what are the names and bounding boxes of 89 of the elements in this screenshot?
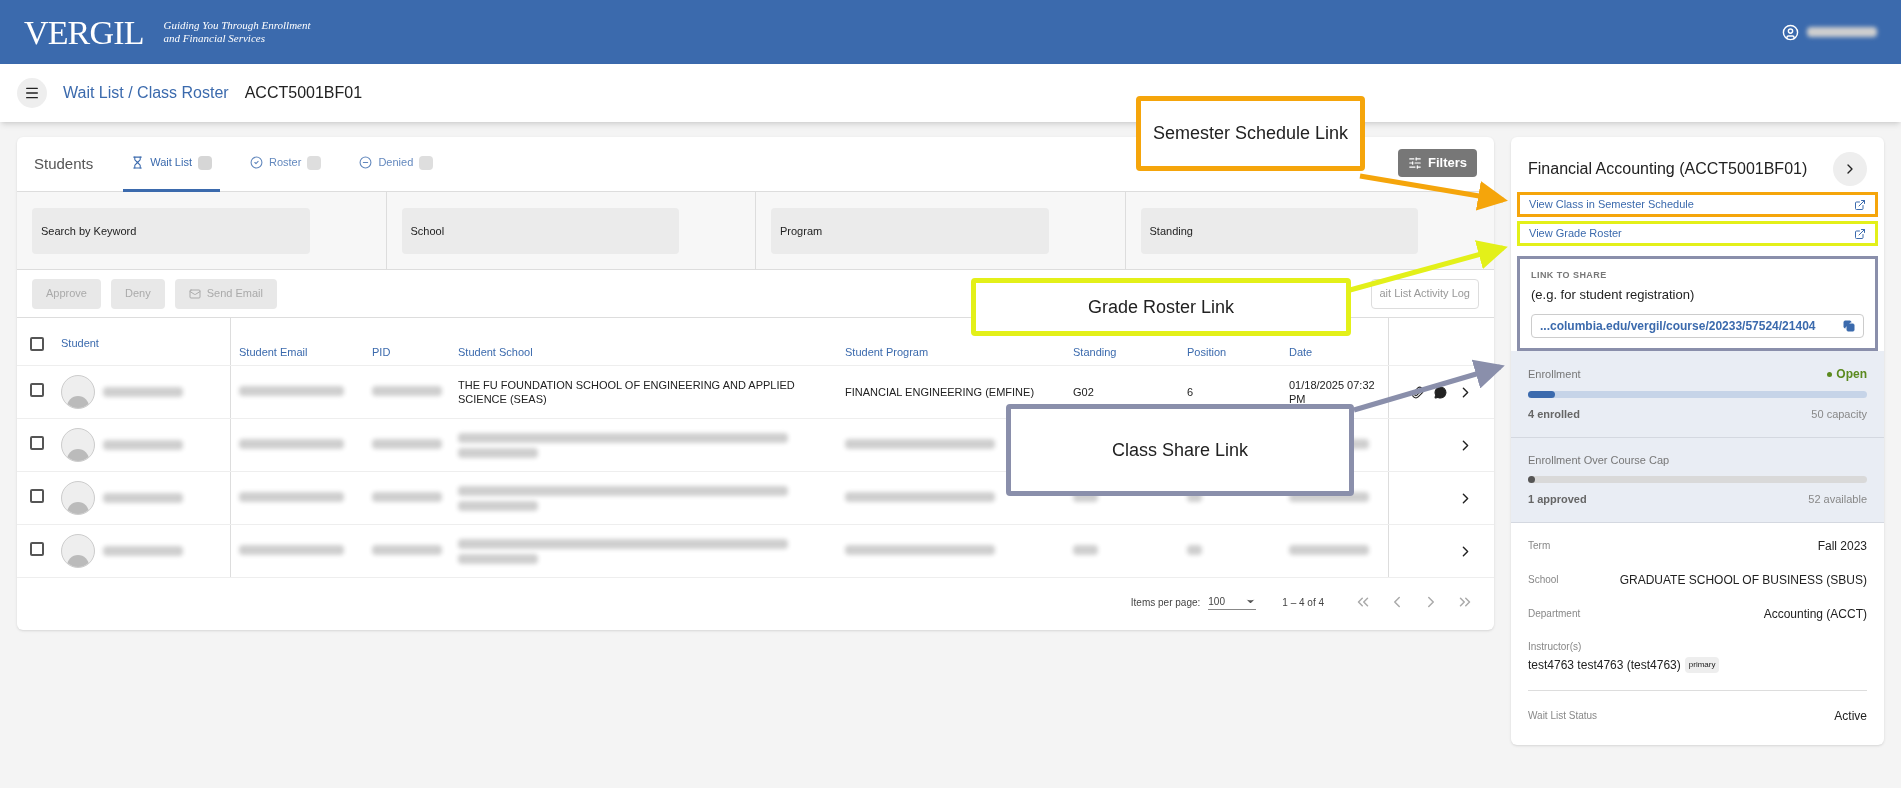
column-header[interactable]: Student Program <box>845 345 929 358</box>
column-header[interactable]: Student Email <box>239 345 308 358</box>
blurred-text <box>1187 544 1202 555</box>
filters-button[interactable]: Filters <box>1398 149 1477 177</box>
detail-label: Department <box>1528 607 1581 621</box>
share-heading: LINK TO SHARE <box>1531 269 1608 282</box>
table-cell-text: THE FU FOUNDATION SCHOOL OF ENGINEERING AND APPLIED SCIENCE (SEAS) <box>458 378 796 406</box>
page-range: 1 – 4 of 4 <box>1282 595 1324 610</box>
blurred-text <box>372 385 442 396</box>
attachment-icon[interactable] <box>1411 385 1424 399</box>
table-cell: 6 <box>1187 385 1194 398</box>
sliders-icon <box>1408 156 1422 170</box>
table-cell: G02 <box>1073 385 1094 398</box>
filter-field[interactable]: Search by Keyword <box>32 207 310 254</box>
column-header[interactable]: Date <box>1289 345 1313 358</box>
checkbox[interactable] <box>30 541 44 556</box>
section-label: Enrollment <box>1528 366 1581 382</box>
column-header[interactable]: PID <box>372 345 391 358</box>
filter-field[interactable]: Program <box>771 207 1049 254</box>
detail-value: Fall 2023 <box>1817 537 1867 555</box>
page-size-select[interactable]: 100 <box>1208 594 1257 610</box>
blurred-text <box>1073 544 1098 555</box>
filter-field[interactable]: School <box>401 207 680 254</box>
items-per-page-label: Items per page: <box>1130 595 1201 610</box>
callout-box: Grade Roster Link <box>971 278 1351 336</box>
filter-field[interactable]: Standing <box>1140 207 1419 254</box>
comment-icon[interactable] <box>1434 385 1447 399</box>
tab-icon <box>359 156 373 169</box>
blurred-text <box>1807 27 1877 37</box>
checkbox[interactable] <box>30 382 44 397</box>
menu-button[interactable] <box>17 78 47 108</box>
breadcrumb-link[interactable]: Wait List / Class Roster <box>63 81 229 105</box>
detail-label: Term <box>1528 539 1551 553</box>
table-cell: FINANCIAL ENGINEERING (EMFINE) <box>845 385 1035 398</box>
course-code: ACCT5001BF01 <box>244 83 363 103</box>
detail-value: Active <box>1834 707 1867 725</box>
external-link[interactable]: View Grade Roster <box>1517 221 1878 246</box>
avatar-icon <box>61 375 95 409</box>
expand-button[interactable] <box>1833 152 1867 186</box>
detail-label: Instructor(s) <box>1528 639 1583 654</box>
count-badge <box>198 155 212 170</box>
role-tag: primary <box>1684 656 1720 673</box>
menu-icon <box>24 85 40 101</box>
capacity-label: 50 capacity <box>1811 407 1867 422</box>
section-label: Enrollment Over Course Cap <box>1528 452 1670 468</box>
avatar-icon <box>61 481 95 515</box>
tab-icon <box>250 156 263 169</box>
tab-icon <box>131 156 145 169</box>
activity-log-button[interactable]: ait List Activity Log <box>1370 278 1479 309</box>
detail-label: School <box>1528 573 1559 587</box>
blurred-text <box>372 544 442 555</box>
column-header[interactable]: Student School <box>458 345 533 358</box>
mail-icon <box>188 287 201 300</box>
callout-box: Semester Schedule Link <box>1136 96 1365 171</box>
avatar-icon <box>61 428 95 462</box>
checkbox[interactable] <box>30 336 44 351</box>
detail-value: GRADUATE SCHOOL OF BUSINESS (SBUS) <box>1619 571 1867 589</box>
detail-value: test4763 test4763 (test4763) <box>1528 656 1681 674</box>
count-badge <box>307 155 322 170</box>
tab[interactable]: Roster <box>242 136 330 192</box>
blurred-text <box>372 491 442 502</box>
external-link-icon <box>1854 227 1866 240</box>
count-label: 4 enrolled <box>1528 407 1580 422</box>
share-hint: (e.g. for student registration) <box>1531 285 1696 304</box>
callout-box: Class Share Link <box>1006 404 1354 496</box>
detail-label: Wait List Status <box>1528 709 1598 723</box>
count-badge <box>419 155 434 170</box>
tagline: Guiding You Through Enrollment and Financial Services <box>163 19 311 45</box>
count-label: 1 approved <box>1528 492 1587 507</box>
logo: VERGIL <box>24 12 144 53</box>
column-header[interactable]: Standing <box>1073 345 1117 358</box>
card-title: Students <box>34 153 94 174</box>
status-label: Open <box>1827 365 1867 383</box>
external-link-icon <box>1854 198 1866 211</box>
checkbox[interactable] <box>30 435 44 450</box>
blurred-text <box>372 438 442 449</box>
detail-value: Accounting (ACCT) <box>1763 605 1867 623</box>
column-header[interactable]: Student <box>61 334 99 351</box>
share-link-field[interactable]: ...columbia.edu/vergil/course/20233/57524/21404 <box>1531 314 1864 338</box>
user-icon[interactable] <box>1782 23 1799 41</box>
copy-icon[interactable] <box>1843 320 1855 332</box>
capacity-label: 52 available <box>1808 492 1867 507</box>
panel-title: Financial Accounting (ACCT5001BF01) <box>1528 159 1808 179</box>
avatar-icon <box>61 534 95 568</box>
external-link[interactable]: View Class in Semester Schedule <box>1517 192 1878 217</box>
column-header[interactable]: Position <box>1187 345 1227 358</box>
checkbox[interactable] <box>30 488 44 503</box>
tab[interactable]: Denied <box>351 136 442 192</box>
table-cell-text: 01/18/2025 07:32 PM <box>1289 378 1376 406</box>
